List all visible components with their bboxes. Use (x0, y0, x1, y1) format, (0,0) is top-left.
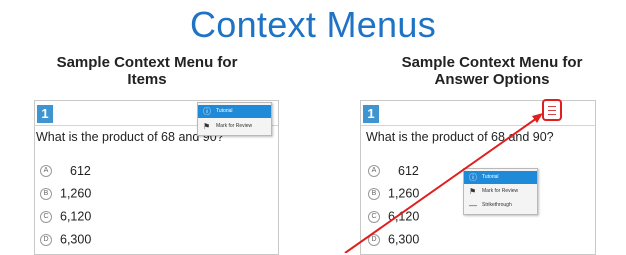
info-icon: ⓘ (203, 107, 211, 116)
context-menu-button[interactable] (542, 99, 562, 121)
caption-items-line2: Items (127, 71, 167, 88)
answer-option-c[interactable]: C 6,120 (368, 209, 419, 224)
menu-item-strikethrough[interactable]: — Strikethrough (464, 199, 537, 212)
question-text: What is the product of 68 and 90? (366, 130, 554, 144)
option-value-b: 1,260 (388, 186, 420, 201)
option-value-b: 1,260 (60, 186, 92, 201)
answer-option-b[interactable]: B 1,260 (368, 186, 419, 201)
answer-option-a[interactable]: A 612 (40, 163, 91, 178)
option-value-d: 6,300 (60, 232, 92, 247)
menu-item-mark-for-review[interactable]: ⚑ Mark for Review (198, 120, 271, 133)
option-value-a: 612 (70, 163, 91, 178)
option-value-d: 6,300 (388, 232, 420, 247)
option-bubble-d[interactable]: D (368, 233, 380, 246)
menu-item-tutorial-label: Tutorial (216, 108, 233, 114)
menu-item-strikethrough-label: Strikethrough (482, 202, 512, 208)
answer-context-menu: ⓘ Tutorial ⚑ Mark for Review — Strikethr… (463, 168, 538, 215)
menu-item-mark-for-review-label: Mark for Review (216, 123, 253, 129)
item-context-menu: ⓘ Tutorial ⚑ Mark for Review (197, 102, 272, 136)
strikethrough-icon: — (469, 201, 477, 210)
option-value-c: 6,120 (60, 209, 92, 224)
menu-item-tutorial[interactable]: ⓘ Tutorial (464, 171, 537, 184)
page-title: Context Menus (189, 4, 437, 45)
caption-answer-options-line1: Sample Context Menu for (401, 54, 583, 71)
answer-option-c[interactable]: C 6,120 (40, 209, 91, 224)
answer-option-d[interactable]: D 6,300 (40, 232, 91, 247)
question-number: 1 (363, 105, 379, 123)
menu-lines-icon (548, 106, 556, 107)
item-panel-right: 1 What is the product of 68 and 90? A 612… (360, 99, 596, 255)
menu-item-tutorial-label: Tutorial (482, 174, 499, 180)
option-bubble-a[interactable]: A (368, 164, 380, 177)
caption-items: Sample Context Menu for Items (18, 54, 276, 88)
caption-answer-options-line2: Answer Options (434, 71, 550, 88)
option-bubble-a[interactable]: A (40, 164, 52, 177)
item-panel-left: 1 What is the product of 68 and 90? A 612… (34, 100, 279, 255)
info-icon: ⓘ (469, 173, 477, 182)
menu-item-mark-for-review-label: Mark for Review (482, 188, 519, 194)
answer-option-a[interactable]: A 612 (368, 163, 419, 178)
option-bubble-b[interactable]: B (40, 187, 52, 200)
option-bubble-c[interactable]: C (40, 210, 52, 223)
option-value-c: 6,120 (388, 209, 420, 224)
menu-item-mark-for-review[interactable]: ⚑ Mark for Review (464, 185, 537, 198)
option-bubble-b[interactable]: B (368, 187, 380, 200)
answer-option-b[interactable]: B 1,260 (40, 186, 91, 201)
flag-icon: ⚑ (203, 122, 211, 131)
option-bubble-d[interactable]: D (40, 233, 52, 246)
caption-items-line1: Sample Context Menu for (56, 54, 238, 71)
question-text: What is the product of 68 and 90? (36, 130, 224, 144)
question-header-bar: 1 (361, 99, 595, 126)
flag-icon: ⚑ (469, 187, 477, 196)
option-value-a: 612 (398, 163, 419, 178)
menu-lines-icon (548, 110, 556, 111)
caption-answer-options: Sample Context Menu for Answer Options (366, 54, 618, 88)
option-bubble-c[interactable]: C (368, 210, 380, 223)
answer-option-d[interactable]: D 6,300 (368, 232, 419, 247)
question-number: 1 (37, 105, 53, 123)
menu-item-tutorial[interactable]: ⓘ Tutorial (198, 105, 271, 118)
menu-lines-icon (548, 114, 556, 115)
